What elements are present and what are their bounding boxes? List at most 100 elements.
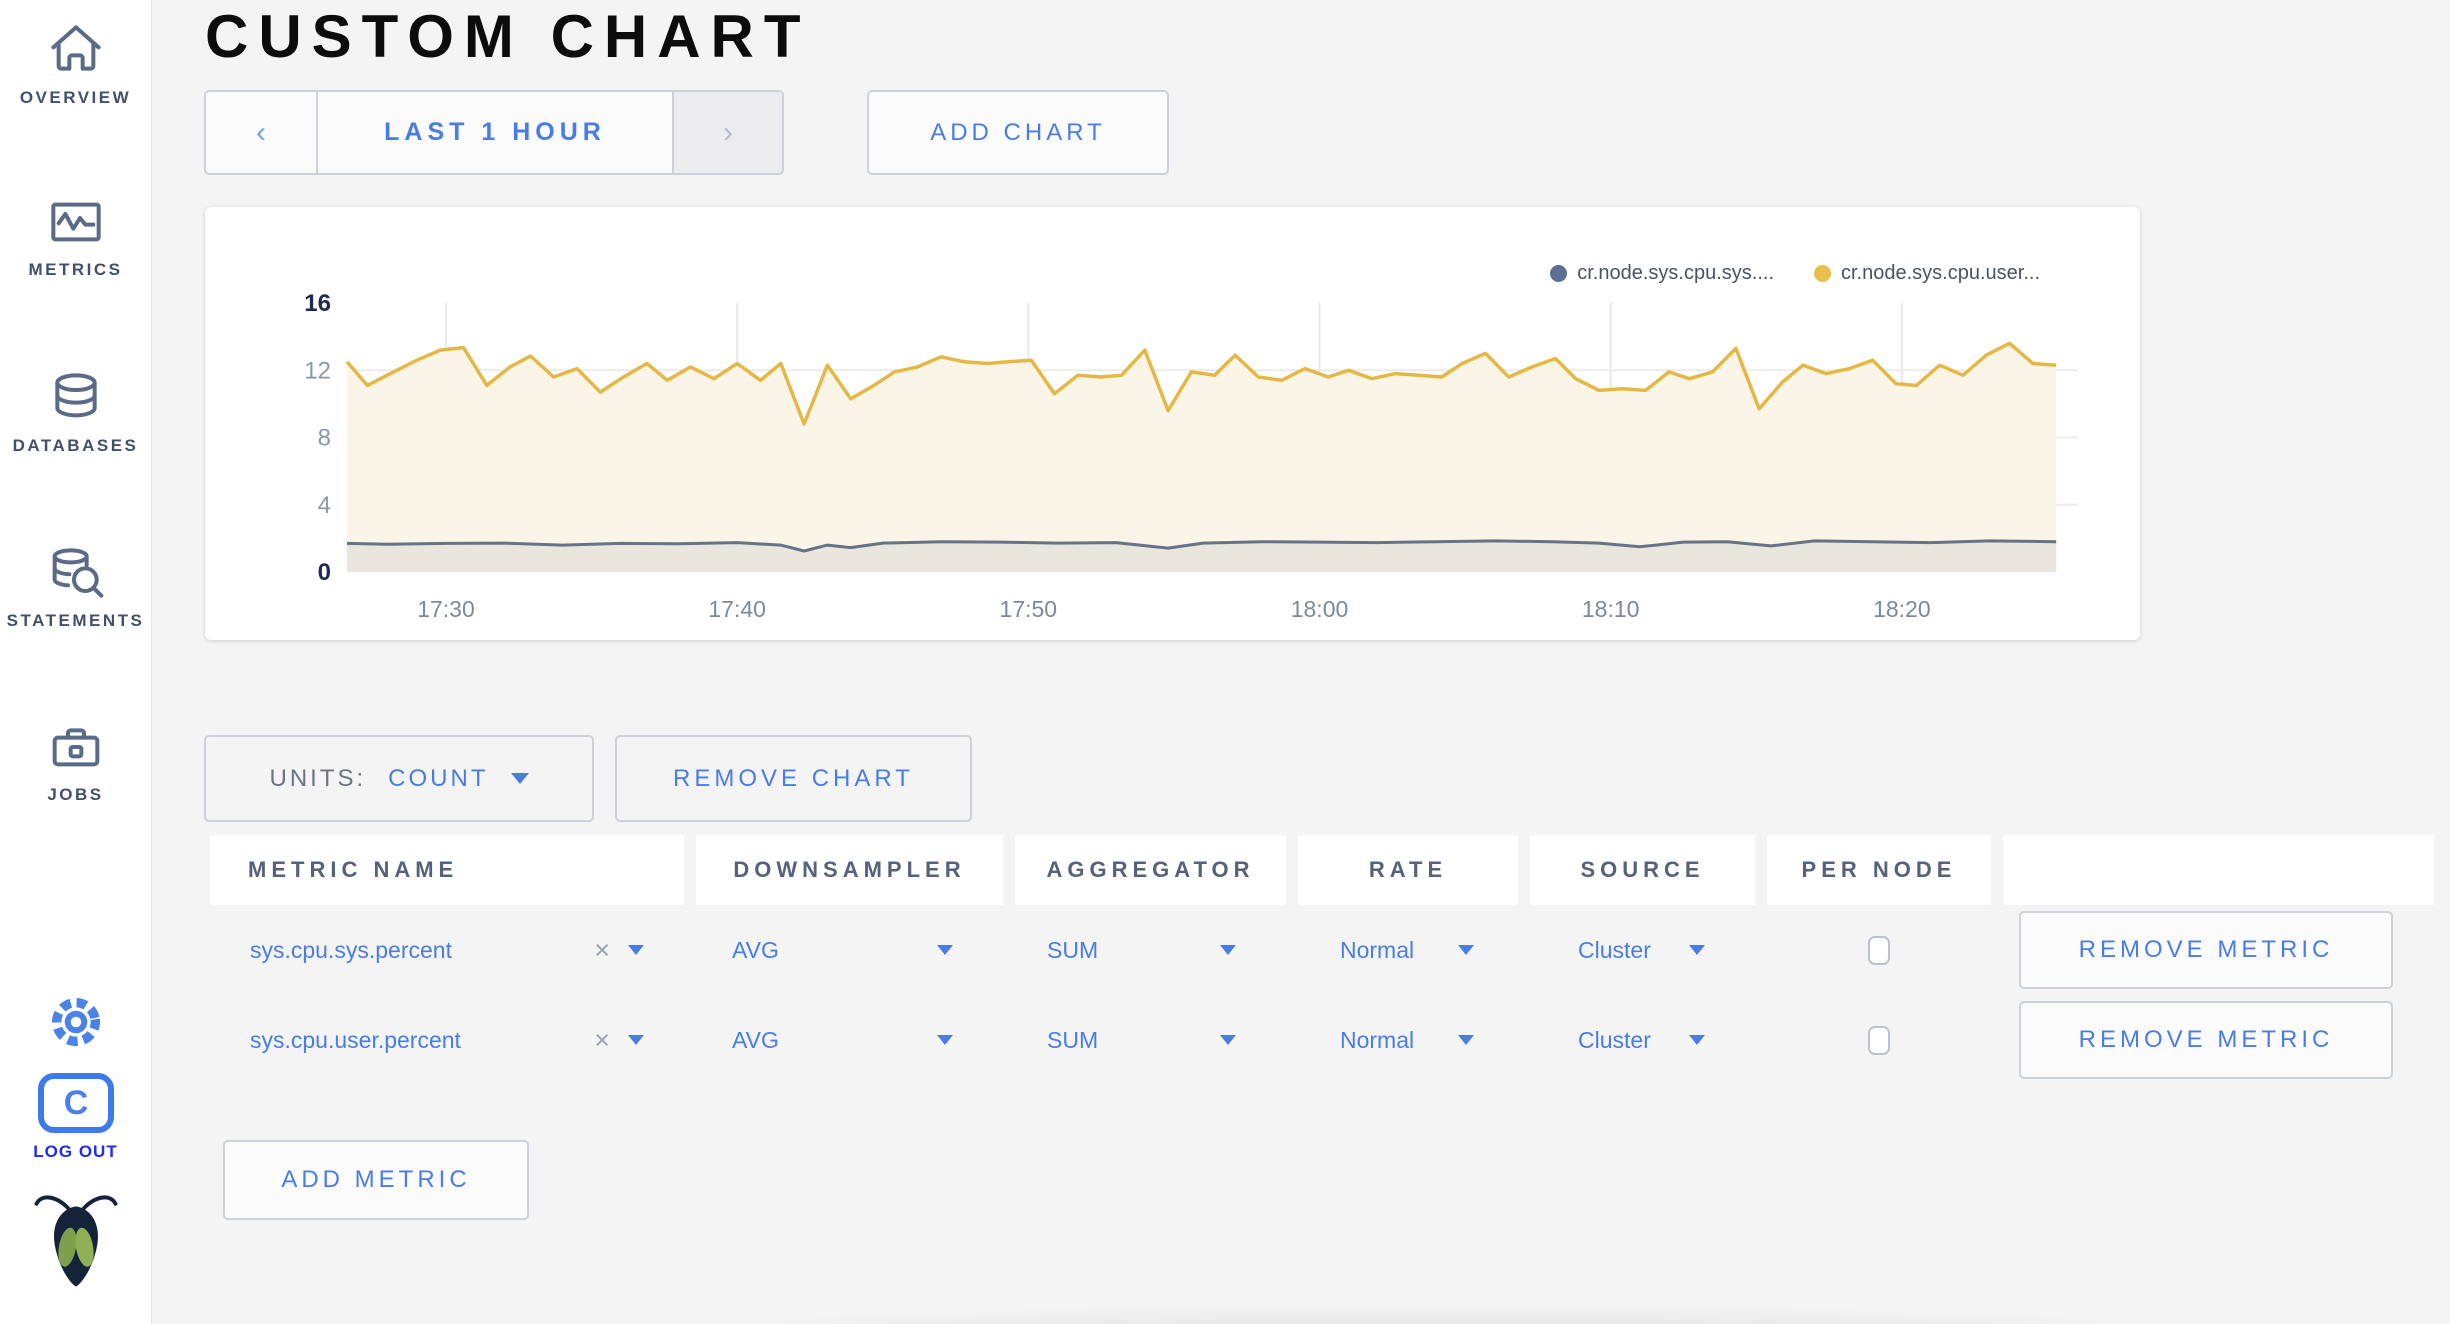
table-header-row: METRIC NAME DOWNSAMPLER AGGREGATOR RATE … xyxy=(210,835,2434,905)
page-title: CUSTOM CHART xyxy=(205,3,811,70)
dropdown-caret-icon xyxy=(1458,1035,1474,1045)
downsampler-dropdown[interactable]: AVG xyxy=(696,995,1003,1085)
sidebar-item-jobs[interactable]: JOBS xyxy=(0,715,151,805)
column-header-per-node: PER NODE xyxy=(1767,835,1991,905)
add-chart-label: ADD CHART xyxy=(930,118,1106,146)
legend-item: cr.node.sys.cpu.user... xyxy=(1814,262,2040,285)
chevron-down-icon xyxy=(510,773,529,784)
add-chart-button[interactable]: ADD CHART xyxy=(867,90,1169,175)
dropdown-caret-icon xyxy=(937,1035,953,1045)
dropdown-caret-icon xyxy=(628,945,644,955)
rate-value: Normal xyxy=(1340,936,1415,963)
metric-name-value: sys.cpu.sys.percent xyxy=(250,936,452,963)
chart-card: 0 4 8 12 16 17:30 17:40 17:50 18:00 18:10 18:20 cr… xyxy=(205,207,2140,640)
downsampler-dropdown[interactable]: AVG xyxy=(696,905,1003,995)
rate-dropdown[interactable]: Normal xyxy=(1298,995,1518,1085)
source-value: Cluster xyxy=(1578,1026,1651,1053)
column-header-empty xyxy=(2003,835,2434,905)
svg-text:4: 4 xyxy=(318,492,331,519)
sidebar-item-overview[interactable]: OVERVIEW xyxy=(0,18,151,108)
units-dropdown[interactable]: UNITS: COUNT xyxy=(204,735,594,822)
clear-icon[interactable]: × xyxy=(594,935,610,966)
svg-text:17:40: 17:40 xyxy=(708,596,766,622)
sidebar-item-label: OVERVIEW xyxy=(19,88,132,107)
column-header-downsampler: DOWNSAMPLER xyxy=(696,835,1003,905)
time-range-label: LAST 1 HOUR xyxy=(384,118,606,146)
time-range-dropdown[interactable]: LAST 1 HOUR xyxy=(316,92,674,173)
chevron-left-icon: ‹ xyxy=(256,115,266,149)
time-next-button[interactable]: › xyxy=(674,92,782,173)
aggregator-dropdown[interactable]: SUM xyxy=(1015,995,1286,1085)
per-node-checkbox[interactable] xyxy=(1868,935,1890,965)
dropdown-caret-icon xyxy=(1689,1035,1705,1045)
add-metric-label: ADD METRIC xyxy=(281,1166,471,1193)
per-node-checkbox[interactable] xyxy=(1868,1025,1890,1055)
legend-dot-user xyxy=(1814,265,1831,282)
database-icon xyxy=(54,373,97,418)
briefcase-icon xyxy=(52,728,99,767)
per-node-cell xyxy=(1767,995,1991,1085)
remove-chart-label: REMOVE CHART xyxy=(673,764,914,792)
sidebar-item-label: DATABASES xyxy=(12,436,139,455)
cockroach-bug-icon xyxy=(34,1195,117,1287)
dropdown-caret-icon xyxy=(628,1035,644,1045)
svg-text:18:00: 18:00 xyxy=(1291,596,1349,622)
remove-metric-cell: REMOVE METRIC xyxy=(2003,995,2434,1085)
svg-text:17:50: 17:50 xyxy=(1000,596,1058,622)
cockroach-c-icon: C xyxy=(37,1073,114,1133)
downsampler-value: AVG xyxy=(732,1026,779,1053)
home-icon xyxy=(50,25,101,71)
source-dropdown[interactable]: Cluster xyxy=(1530,995,1755,1085)
downsampler-value: AVG xyxy=(732,936,779,963)
logout-button[interactable]: C LOG OUT xyxy=(0,1072,151,1162)
dropdown-caret-icon xyxy=(1220,945,1236,955)
rate-dropdown[interactable]: Normal xyxy=(1298,905,1518,995)
chart-legend: cr.node.sys.cpu.sys.... cr.node.sys.cpu.… xyxy=(1550,262,2040,285)
source-dropdown[interactable]: Cluster xyxy=(1530,905,1755,995)
table-row: sys.cpu.user.percent × AVG SUM Normal Cl… xyxy=(210,995,2434,1085)
sidebar-item-metrics[interactable]: METRICS xyxy=(0,190,151,280)
bottom-shadow xyxy=(430,1294,2450,1324)
cockroachdb-logo xyxy=(0,1188,151,1288)
svg-text:0: 0 xyxy=(318,559,331,586)
svg-text:C: C xyxy=(63,1084,88,1122)
units-value: COUNT xyxy=(388,764,489,792)
remove-metric-button[interactable]: REMOVE METRIC xyxy=(2019,911,2393,989)
metrics-graph-icon xyxy=(50,202,101,242)
sidebar-item-label: STATEMENTS xyxy=(6,611,145,630)
time-range-selector: ‹ LAST 1 HOUR › xyxy=(204,90,784,175)
table-row: sys.cpu.sys.percent × AVG SUM Normal Clu… xyxy=(210,905,2434,995)
sidebar-item-label: METRICS xyxy=(28,260,123,279)
legend-dot-sys xyxy=(1550,265,1568,282)
dropdown-caret-icon xyxy=(1220,1035,1236,1045)
dropdown-caret-icon xyxy=(1458,945,1474,955)
metric-name-dropdown[interactable]: sys.cpu.user.percent × xyxy=(210,995,684,1085)
sidebar-item-statements[interactable]: STATEMENTS xyxy=(0,541,151,631)
sidebar-item-databases[interactable]: DATABASES xyxy=(0,366,151,456)
clear-icon[interactable]: × xyxy=(594,1025,610,1056)
remove-metric-label: REMOVE METRIC xyxy=(2078,936,2334,963)
metric-name-dropdown[interactable]: sys.cpu.sys.percent × xyxy=(210,905,684,995)
logout-label: LOG OUT xyxy=(33,1142,118,1161)
settings-button[interactable] xyxy=(0,990,151,1054)
svg-text:18:10: 18:10 xyxy=(1582,596,1640,622)
svg-text:8: 8 xyxy=(318,425,331,452)
add-metric-button[interactable]: ADD METRIC xyxy=(223,1140,529,1220)
dropdown-caret-icon xyxy=(937,945,953,955)
aggregator-dropdown[interactable]: SUM xyxy=(1015,905,1286,995)
gear-icon xyxy=(51,998,100,1046)
column-header-source: SOURCE xyxy=(1530,835,1755,905)
dropdown-caret-icon xyxy=(1689,945,1705,955)
per-node-cell xyxy=(1767,905,1991,995)
legend-label: cr.node.sys.cpu.user... xyxy=(1841,262,2040,284)
remove-chart-button[interactable]: REMOVE CHART xyxy=(615,735,972,822)
units-label: UNITS: xyxy=(269,764,367,792)
remove-metric-label: REMOVE METRIC xyxy=(2078,1026,2334,1053)
aggregator-value: SUM xyxy=(1047,936,1099,963)
svg-text:18:20: 18:20 xyxy=(1873,596,1931,622)
time-prev-button[interactable]: ‹ xyxy=(206,92,316,173)
svg-text:17:30: 17:30 xyxy=(417,596,475,622)
rate-value: Normal xyxy=(1340,1026,1415,1053)
svg-text:12: 12 xyxy=(304,357,331,384)
remove-metric-button[interactable]: REMOVE METRIC xyxy=(2019,1001,2393,1079)
